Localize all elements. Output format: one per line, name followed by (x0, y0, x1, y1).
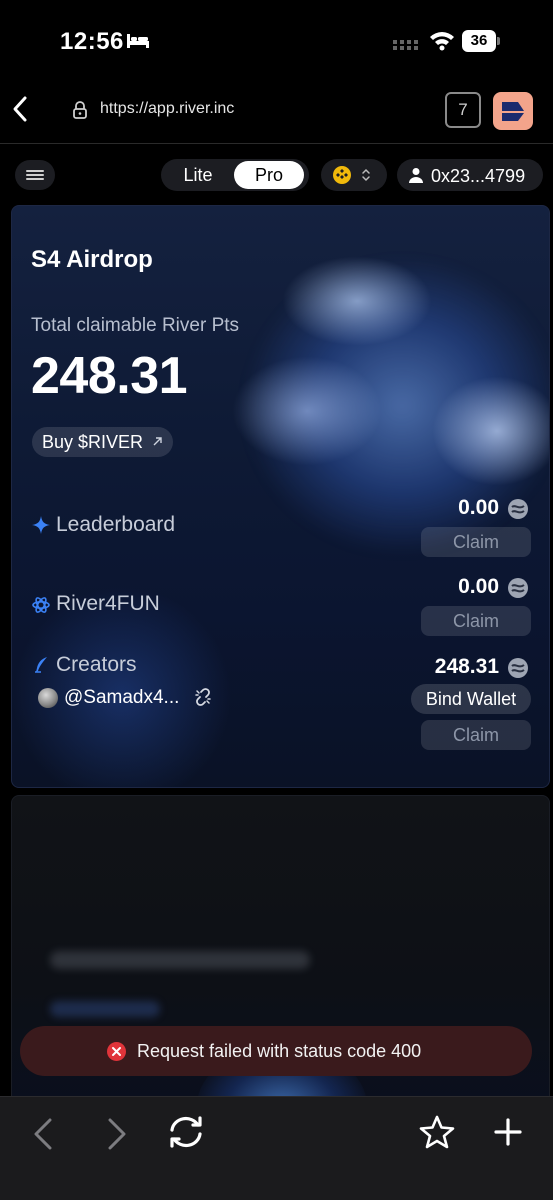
river4fun-amount: 0.00 (458, 575, 499, 598)
quill-icon (35, 657, 47, 673)
river4fun-value: 0.00 (458, 575, 529, 599)
bookmark-star-icon[interactable] (419, 1115, 455, 1149)
unlink-icon[interactable] (193, 687, 213, 707)
airdrop-card: S4 Airdrop Total claimable River Pts 248… (11, 205, 550, 788)
url-field[interactable]: https://app.river.inc (100, 100, 234, 118)
leaderboard-amount: 0.00 (458, 496, 499, 519)
cellular-signal-icon (393, 40, 418, 50)
river4fun-claim-button[interactable]: Claim (421, 606, 531, 636)
user-icon (409, 168, 423, 183)
browser-toolbar (0, 1096, 553, 1200)
browser-back-icon[interactable] (10, 94, 30, 124)
claimable-label: Total claimable River Pts (31, 315, 240, 336)
new-tab-icon[interactable] (493, 1117, 523, 1147)
battery-level: 36 (462, 30, 496, 52)
river-coin-icon (508, 499, 528, 519)
mode-pro-option[interactable]: Pro (234, 161, 304, 189)
card-title: S4 Airdrop (31, 246, 153, 273)
bnb-chain-icon (333, 166, 351, 184)
creators-label: Creators (56, 653, 137, 676)
back-icon[interactable] (32, 1117, 54, 1151)
status-time: 12:56 (60, 28, 124, 55)
creators-amount: 248.31 (434, 655, 499, 678)
wifi-icon (430, 32, 454, 51)
sparkle-icon (32, 516, 50, 534)
menu-button[interactable] (15, 160, 55, 190)
river-coin-icon (508, 578, 528, 598)
lock-icon (73, 101, 87, 119)
buy-river-button[interactable]: Buy $RIVER (32, 427, 174, 457)
atom-icon (32, 597, 50, 613)
river-coin-icon (508, 658, 528, 678)
chevron-updown-icon (362, 168, 370, 182)
creators-value: 248.31 (435, 655, 529, 679)
leaderboard-label: Leaderboard (56, 513, 176, 536)
reload-icon[interactable] (166, 1114, 206, 1150)
app-header: Lite Pro 0x23...4799 (0, 155, 553, 195)
browser-url-bar: https://app.river.inc 7 (0, 80, 553, 144)
wallet-address: 0x23...4799 (431, 166, 526, 186)
bind-wallet-button[interactable]: Bind Wallet (411, 684, 531, 714)
error-toast: Request failed with status code 400 (20, 1026, 532, 1076)
claimable-value: 248.31 (31, 347, 188, 405)
wallet-button[interactable]: 0x23...4799 (397, 159, 543, 191)
river-app-button[interactable] (493, 92, 533, 130)
sleep-mode-icon (127, 34, 149, 48)
external-arrow-icon (153, 437, 162, 446)
river-logo-icon (502, 102, 524, 121)
buy-river-label: Buy $RIVER (42, 432, 144, 452)
status-bar: 12:56 36 (0, 0, 553, 80)
forward-icon[interactable] (106, 1117, 128, 1151)
leaderboard-value: 0.00 (458, 496, 529, 520)
leaderboard-claim-button[interactable]: Claim (421, 527, 531, 557)
battery-indicator: 36 (462, 30, 500, 52)
toast-message: Request failed with status code 400 (137, 1041, 422, 1061)
river4fun-label: River4FUN (56, 592, 160, 615)
creators-claim-button[interactable]: Claim (421, 720, 531, 750)
chain-selector[interactable] (321, 159, 387, 191)
creator-handle: @Samadx4... (64, 687, 180, 708)
error-icon (107, 1042, 126, 1061)
avatar (38, 688, 58, 708)
mode-toggle[interactable]: Lite Pro (161, 159, 309, 191)
mode-lite-option[interactable]: Lite (161, 159, 235, 191)
tabs-button[interactable]: 7 (445, 92, 481, 128)
